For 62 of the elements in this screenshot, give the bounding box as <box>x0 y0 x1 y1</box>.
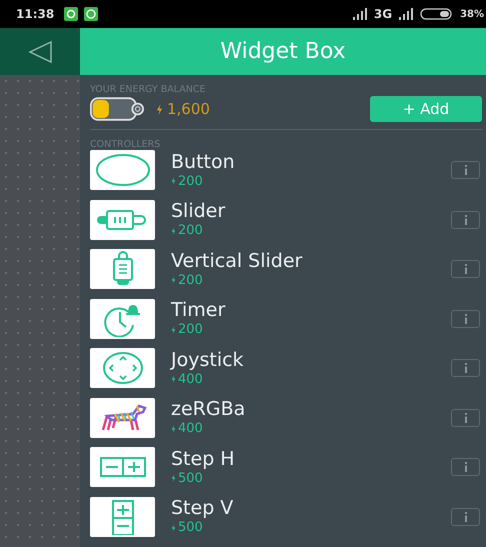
info-button[interactable] <box>451 310 480 328</box>
battery-icon <box>420 8 454 20</box>
widget-name: Slider <box>171 202 226 221</box>
widget-price: 200 <box>178 274 203 286</box>
info-icon <box>464 512 468 522</box>
widget-price: 400 <box>178 422 203 435</box>
back-button[interactable] <box>0 28 80 75</box>
widget-price: 500 <box>178 521 203 534</box>
info-button[interactable] <box>451 359 480 377</box>
clock: 11:38 <box>16 7 54 21</box>
widget-name: Joystick <box>171 350 245 370</box>
info-button[interactable] <box>451 408 480 426</box>
signal-icon <box>352 8 368 20</box>
info-icon <box>464 412 468 422</box>
bolt-icon <box>171 177 176 185</box>
window-title: Widget Box <box>220 39 346 64</box>
add-button[interactable]: + Add <box>370 96 482 122</box>
network-type: 3G <box>374 7 392 21</box>
signal-icon <box>398 8 414 20</box>
bolt-icon <box>171 524 176 532</box>
widget-name: Step H <box>171 450 236 468</box>
widget-name: zeRGBa <box>171 400 246 419</box>
widget-price: 500 <box>178 472 203 484</box>
widget-price: 400 <box>178 372 203 386</box>
notification-icon <box>64 7 78 21</box>
widget-price: 200 <box>178 224 203 237</box>
widget-thumbnail[interactable] <box>90 150 155 190</box>
bolt-icon <box>171 474 176 482</box>
info-icon <box>464 462 468 472</box>
widget-name: Button <box>171 152 236 172</box>
widget-name: Timer <box>171 301 226 320</box>
widget-thumbnail[interactable] <box>90 200 155 240</box>
widget-thumbnail[interactable] <box>90 447 155 487</box>
bolt-icon <box>171 375 176 383</box>
info-icon <box>464 264 468 274</box>
energy-balance: 1,600 <box>167 100 210 118</box>
widget-thumbnail[interactable] <box>90 398 155 438</box>
info-icon <box>464 363 468 373</box>
info-button[interactable] <box>451 508 480 526</box>
info-button[interactable] <box>451 260 480 278</box>
battery-percent: 38% <box>460 8 484 20</box>
bolt-icon <box>171 424 176 432</box>
bolt-icon <box>171 226 176 234</box>
bolt-icon <box>171 326 176 334</box>
info-button[interactable] <box>451 210 480 228</box>
info-icon <box>464 314 468 324</box>
info-button[interactable] <box>451 161 480 179</box>
info-button[interactable] <box>451 458 480 476</box>
widget-thumbnail[interactable] <box>90 348 155 388</box>
widget-price: 200 <box>178 323 203 336</box>
widget-thumbnail[interactable] <box>90 298 155 338</box>
bolt-icon <box>156 104 163 114</box>
widget-thumbnail[interactable] <box>90 496 155 536</box>
widget-price: 200 <box>178 174 203 188</box>
energy-battery-icon <box>90 97 144 121</box>
back-icon <box>27 40 53 64</box>
info-icon <box>464 165 468 175</box>
widget-name: Step V <box>171 499 234 518</box>
widget-thumbnail[interactable] <box>90 249 155 289</box>
widget-name: Vertical Slider <box>171 252 304 270</box>
info-icon <box>464 214 468 224</box>
bolt-icon <box>171 276 176 284</box>
